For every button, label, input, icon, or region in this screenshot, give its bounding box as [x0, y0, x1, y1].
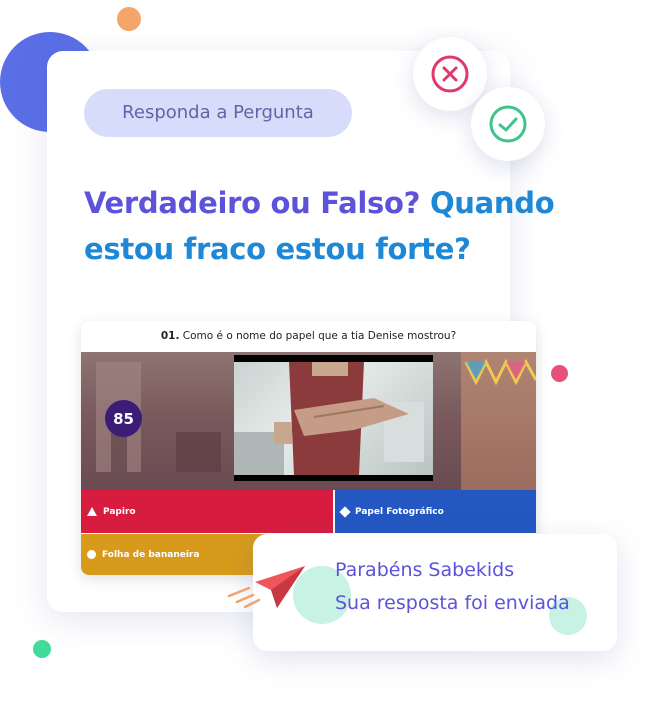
- success-line-2: Sua resposta foi enviada: [335, 592, 570, 614]
- video-still: [234, 362, 424, 475]
- decor-dot-green: [33, 640, 51, 658]
- x-circle-icon: [431, 55, 469, 93]
- success-line-1: Parabéns Sabekids: [335, 559, 515, 581]
- success-toast: Parabéns Sabekids Sua resposta foi envia…: [227, 534, 617, 651]
- check-circle-icon: [489, 105, 527, 143]
- right-answer-button[interactable]: [471, 87, 545, 161]
- circle-icon: [87, 550, 96, 559]
- triangle-icon: [87, 507, 97, 516]
- quiz-question-text: Como é o nome do papel que a tia Denise …: [182, 330, 457, 342]
- quiz-background-scene: 85: [81, 352, 536, 490]
- question-title: Verdadeiro ou Falso? Quando estou fraco …: [84, 180, 584, 272]
- answer-label: Papel Fotográfico: [355, 506, 444, 517]
- success-message: Parabéns Sabekids Sua resposta foi envia…: [335, 554, 605, 620]
- decor-dot-orange: [117, 7, 141, 31]
- video-player[interactable]: [234, 355, 433, 481]
- prompt-pill: Responda a Pergunta: [84, 89, 352, 137]
- answer-option-2[interactable]: Papel Fotográfico: [335, 490, 536, 533]
- answer-label: Papiro: [103, 506, 136, 517]
- quiz-question-bar: 01. Como é o nome do papel que a tia Den…: [81, 321, 536, 352]
- timer-badge: 85: [105, 400, 142, 437]
- decor-dot-pink: [551, 365, 568, 382]
- video-frame: [234, 362, 433, 475]
- question-part-1: Verdadeiro ou Falso?: [84, 186, 421, 220]
- answer-label: Folha de bananeira: [102, 549, 200, 560]
- wrong-answer-button[interactable]: [413, 37, 487, 111]
- answer-option-1[interactable]: Papiro: [81, 490, 333, 533]
- paper-plane-icon: [227, 566, 305, 609]
- quiz-question-number: 01.: [160, 330, 180, 342]
- diamond-icon: [339, 505, 351, 518]
